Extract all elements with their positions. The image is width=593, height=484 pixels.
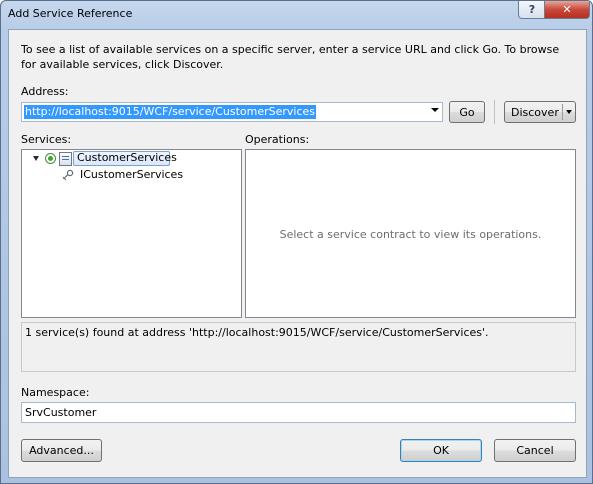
split-divider <box>562 104 563 120</box>
expand-arrow-icon[interactable] <box>33 156 39 161</box>
services-tree[interactable]: CustomerServices ICustomerServices <box>21 149 242 318</box>
advanced-button-label: Advanced... <box>29 444 94 457</box>
tree-node-icustomerservices[interactable]: ICustomerServices <box>80 167 183 183</box>
go-button[interactable]: Go <box>449 101 485 123</box>
dialog-window: Add Service Reference ? ✕ To see a list … <box>0 0 593 484</box>
dropdown-arrow-icon[interactable] <box>566 110 572 114</box>
discover-button-label: Discover <box>511 105 559 119</box>
chevron-down-icon[interactable] <box>431 108 439 112</box>
tree-node-customerservices[interactable]: CustomerServices <box>77 150 177 166</box>
contract-icon <box>62 169 74 181</box>
ok-button-label: OK <box>433 444 449 457</box>
discover-button[interactable]: Discover <box>504 101 576 123</box>
cancel-button-label: Cancel <box>516 444 554 457</box>
service-icon <box>59 152 72 166</box>
operations-panel[interactable]: Select a service contract to view its op… <box>245 149 576 318</box>
radio-indicator-icon <box>45 153 56 164</box>
dialog-client-area: To see a list of available services on a… <box>8 29 587 478</box>
address-label: Address: <box>21 85 69 98</box>
namespace-input[interactable]: SrvCustomer <box>21 402 576 423</box>
help-button[interactable]: ? <box>518 1 546 19</box>
close-icon: ✕ <box>562 3 572 16</box>
toolbar-divider <box>494 100 495 124</box>
close-button[interactable]: ✕ <box>544 1 590 19</box>
status-message-box: 1 service(s) found at address 'http://lo… <box>21 322 576 372</box>
operations-empty-message: Select a service contract to view its op… <box>279 228 542 241</box>
services-label: Services: <box>21 133 72 146</box>
address-value[interactable]: http://localhost:9015/WCF/service/Custom… <box>24 105 316 119</box>
address-combobox[interactable]: http://localhost:9015/WCF/service/Custom… <box>21 102 443 122</box>
namespace-value[interactable]: SrvCustomer <box>25 406 96 419</box>
ok-button[interactable]: OK <box>400 439 482 462</box>
intro-text: To see a list of available services on a… <box>21 43 560 71</box>
go-button-label: Go <box>459 105 475 119</box>
window-title: Add Service Reference <box>8 7 133 20</box>
cancel-button[interactable]: Cancel <box>494 439 576 462</box>
status-text: 1 service(s) found at address 'http://lo… <box>25 326 489 339</box>
operations-label: Operations: <box>245 133 310 146</box>
namespace-label: Namespace: <box>21 386 90 399</box>
title-bar[interactable]: Add Service Reference ? ✕ <box>1 1 592 29</box>
help-icon: ? <box>528 3 536 16</box>
advanced-button[interactable]: Advanced... <box>21 439 102 462</box>
